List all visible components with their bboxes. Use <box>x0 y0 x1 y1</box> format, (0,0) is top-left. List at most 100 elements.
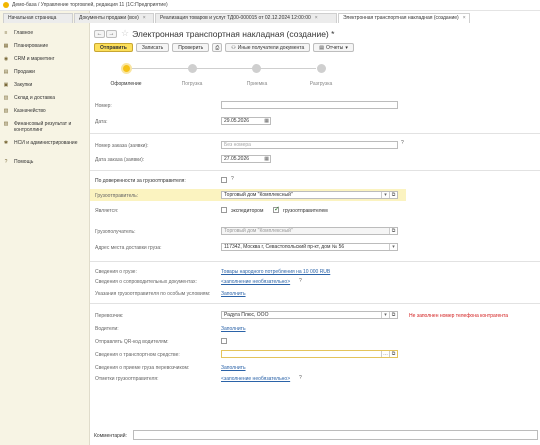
send-button[interactable]: Отправить <box>94 43 133 52</box>
consignee-value: Торговый дом "Комплексный" <box>224 228 293 234</box>
marks-link[interactable]: <заполнение необязательно> <box>221 376 290 382</box>
divider <box>90 261 540 262</box>
tab-realization[interactable]: Реализация товаров и услуг ТД00-000015 о… <box>155 13 337 23</box>
docs-label: Сведения о сопроводительных документах: <box>95 279 197 285</box>
shipper-value: Торговый дом "Комплексный" <box>224 192 293 198</box>
sidebar-item-label: Продажи <box>14 69 35 75</box>
tab-etn[interactable]: Электронная транспортная накладная (созд… <box>338 13 470 23</box>
calendar-icon[interactable]: ▦ <box>264 118 269 124</box>
favorite-star-icon[interactable]: ☆ <box>121 28 129 39</box>
is-label: Является: <box>95 208 119 214</box>
forwarder-checkbox[interactable] <box>221 207 227 213</box>
consignee-field[interactable]: Торговый дом "Комплексный" ⧉ <box>221 227 398 235</box>
tab-label: Документы продажи (все) <box>79 15 139 21</box>
main-content: ← → ☆ Электронная транспортная накладная… <box>90 23 540 445</box>
cargo-link[interactable]: Товары народного потребления на 10 000 R… <box>221 269 330 275</box>
open-icon[interactable]: ⧉ <box>389 228 397 234</box>
instructions-label: Указания грузоотправителя по особым усло… <box>95 291 211 297</box>
qr-label: Отправлять QR-код водителям: <box>95 339 169 345</box>
forward-button[interactable]: → <box>106 29 117 38</box>
other-recipients-button[interactable]: ⚇ Иные получатели документа <box>225 43 311 52</box>
close-icon[interactable]: × <box>143 14 146 23</box>
tab-sales-docs[interactable]: Документы продажи (все) × <box>74 13 154 23</box>
docs-link[interactable]: <заполнение необязательно> <box>221 279 290 285</box>
tab-label: Реализация товаров и услуг ТД00-000015 о… <box>160 15 311 21</box>
vehicle-field[interactable]: … ⧉ <box>221 350 398 358</box>
step-dot-design <box>121 63 132 74</box>
help-icon[interactable]: ? <box>299 375 302 381</box>
chevron-down-icon[interactable]: ▾ <box>381 192 389 198</box>
sidebar-item-finance[interactable]: ▨ Финансовый результат и контроллинг <box>0 120 89 139</box>
calendar-icon[interactable]: ▦ <box>264 156 269 162</box>
window-titlebar: Демо-база / Управление торговлей, редакц… <box>0 0 540 11</box>
qr-checkbox[interactable] <box>221 338 227 344</box>
warehouse-icon: ▥ <box>3 95 9 101</box>
comment-field[interactable] <box>133 430 538 440</box>
step-label: Разгрузка <box>309 81 333 87</box>
carrier-field[interactable]: Радуга Плюс, ООО ▾ ⧉ <box>221 311 398 319</box>
back-button[interactable]: ← <box>94 29 105 38</box>
sidebar-item-label: Закупки <box>14 82 33 88</box>
carrier-warning: Не заполнен номер телефона контрагента <box>409 313 509 319</box>
cargo-label: Сведения о грузе: <box>95 269 137 275</box>
help-icon[interactable]: ? <box>299 278 302 284</box>
number-field[interactable] <box>221 101 398 109</box>
instructions-link[interactable]: Заполнить <box>221 291 246 297</box>
acceptance-link[interactable]: Заполнить <box>221 365 246 371</box>
tab-label: Электронная транспортная накладная (созд… <box>343 15 459 21</box>
steps-line <box>126 68 316 69</box>
help-icon[interactable]: ? <box>401 140 404 146</box>
date-label: Дата: <box>95 119 108 125</box>
divider <box>90 170 540 171</box>
treasury-icon: ▧ <box>3 108 9 114</box>
recipients-icon: ⚇ <box>231 44 236 51</box>
date-field[interactable]: 29.05.2026 ▦ <box>221 117 271 125</box>
sidebar-item-treasury[interactable]: ▧ Казначейство <box>0 107 89 120</box>
reports-button[interactable]: ▤ Отчеты ▾ <box>313 43 354 52</box>
open-icon[interactable]: ⧉ <box>389 351 397 357</box>
save-button[interactable]: Записать <box>135 43 170 52</box>
page-title: Электронная транспортная накладная (созд… <box>132 28 335 39</box>
reports-label: Отчеты <box>326 44 344 51</box>
shipper-checkbox[interactable] <box>273 205 280 213</box>
sidebar-item-admin[interactable]: ✱ НСИ и администрирование <box>0 139 89 158</box>
chevron-down-icon[interactable]: ▾ <box>389 244 397 250</box>
drivers-link[interactable]: Заполнить <box>221 326 246 332</box>
print-button[interactable]: ⎙ <box>212 43 223 52</box>
close-icon[interactable]: × <box>463 14 466 23</box>
forwarder-label: экспедитором <box>231 208 264 214</box>
sidebar-item-planning[interactable]: ▦ Планирование <box>0 42 89 55</box>
address-field[interactable]: 117342, Москва г, Севастопольский пр-кт,… <box>221 243 398 251</box>
proxy-checkbox[interactable] <box>221 177 227 183</box>
ellipsis-icon[interactable]: … <box>381 351 389 357</box>
sidebar-item-main[interactable]: ≡ Главное <box>0 29 89 42</box>
window-title: Демо-база / Управление торговлей, редакц… <box>12 2 168 8</box>
tab-bar: Начальная страница Документы продажи (вс… <box>0 11 540 23</box>
order-date-field[interactable]: 27.05.2026 ▦ <box>221 155 271 163</box>
tab-home[interactable]: Начальная страница <box>3 13 73 23</box>
chart-icon: ▨ <box>3 121 9 127</box>
shipper-field-buttons: ▾ ⧉ <box>381 192 397 198</box>
shipper-field[interactable]: Торговый дом "Комплексный" ▾ ⧉ <box>221 191 398 199</box>
check-button[interactable]: Проверить <box>172 43 210 52</box>
sidebar-item-sales[interactable]: ▤ Продажи <box>0 68 89 81</box>
sidebar-item-help[interactable]: ? Помощь <box>0 158 89 171</box>
step-dot-acceptance <box>252 64 261 73</box>
sidebar-item-warehouse[interactable]: ▥ Склад и доставка <box>0 94 89 107</box>
consignee-field-buttons: ⧉ <box>389 228 397 234</box>
close-icon[interactable]: × <box>315 14 318 23</box>
order-date-value: 27.05.2026 <box>224 156 250 162</box>
sidebar-item-purchases[interactable]: ▣ Закупки <box>0 81 89 94</box>
open-icon[interactable]: ⧉ <box>389 312 397 318</box>
calendar-icon: ▦ <box>3 43 9 49</box>
number-label: Номер: <box>95 103 112 109</box>
carrier-value: Радуга Плюс, ООО <box>224 312 269 318</box>
help-icon[interactable]: ? <box>231 176 234 182</box>
sidebar-item-crm[interactable]: ◉ CRM и маркетинг <box>0 55 89 68</box>
order-number-field[interactable]: Без номера <box>221 141 398 149</box>
shipper-label: Грузоотправитель: <box>95 193 139 199</box>
workflow-steps: Оформление Погрузка Приемка Разгрузка <box>110 63 362 88</box>
open-icon[interactable]: ⧉ <box>389 192 397 198</box>
sidebar-item-label: Казначейство <box>14 108 46 114</box>
chevron-down-icon[interactable]: ▾ <box>381 312 389 318</box>
